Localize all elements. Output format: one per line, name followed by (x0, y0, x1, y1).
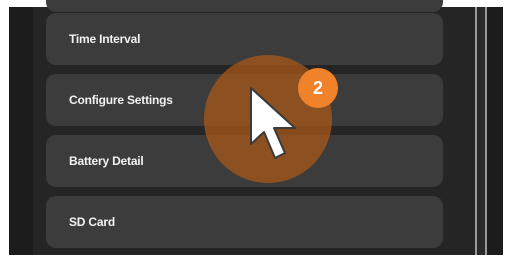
menu-item-label: Time Interval (69, 32, 141, 46)
menu-item-partial[interactable] (46, 0, 443, 12)
menu-item-label: SD Card (69, 215, 115, 229)
step-number-badge: 2 (298, 68, 338, 108)
scrollbar-thumb[interactable] (477, 7, 485, 255)
menu-item-label: Configure Settings (69, 93, 173, 107)
menu-item-label: Battery Detail (69, 154, 144, 168)
arrow-pointer-icon (250, 87, 296, 159)
menu-item-sd-card[interactable]: SD Card (46, 196, 443, 248)
menu-item-time-interval[interactable]: Time Interval (46, 13, 443, 65)
